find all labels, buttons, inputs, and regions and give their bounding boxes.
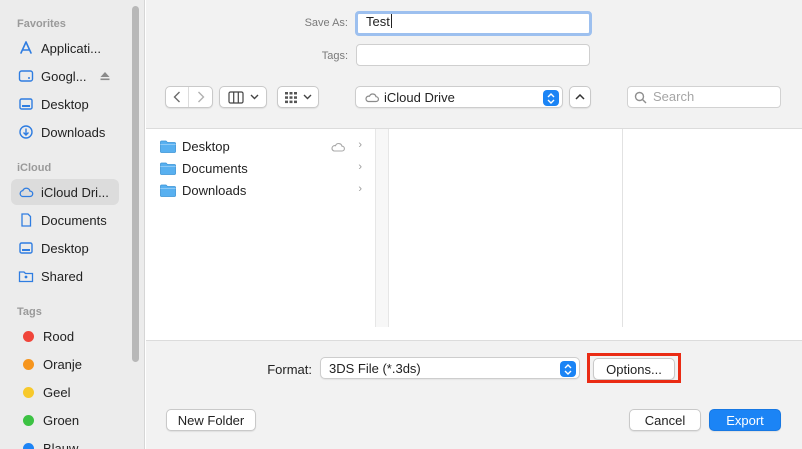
search-field[interactable]: Search bbox=[627, 86, 781, 108]
tag-geel[interactable]: Geel bbox=[11, 379, 119, 405]
tag-label: Geel bbox=[43, 384, 71, 400]
tags-heading: Tags bbox=[17, 306, 42, 318]
popup-stepper-icon bbox=[560, 361, 576, 377]
folder-icon bbox=[160, 184, 176, 197]
tag-label: Blauw bbox=[43, 440, 79, 449]
tag-oranje[interactable]: Oranje bbox=[11, 351, 119, 377]
back-button[interactable] bbox=[166, 87, 189, 107]
favorites-heading: Favorites bbox=[17, 18, 66, 30]
chevron-up-icon bbox=[575, 94, 585, 100]
sidebar-item-icloud-drive[interactable]: iCloud Dri... bbox=[11, 179, 119, 205]
save-as-value: Test bbox=[366, 14, 390, 29]
tag-rood[interactable]: Rood bbox=[11, 323, 119, 349]
sidebar-item-label: Shared bbox=[41, 268, 83, 284]
cancel-button[interactable]: Cancel bbox=[629, 409, 701, 431]
popup-stepper-icon bbox=[543, 90, 559, 106]
nav-back-forward bbox=[165, 86, 213, 108]
tags-label: Tags: bbox=[321, 50, 348, 62]
chevron-down-icon bbox=[250, 94, 258, 100]
downloads-icon bbox=[18, 124, 34, 140]
sidebar-item-label: Desktop bbox=[41, 240, 89, 256]
chevron-right-icon: › bbox=[358, 183, 362, 195]
sidebar-item-desktop[interactable]: Desktop bbox=[11, 91, 119, 117]
tag-blauw[interactable]: Blauw bbox=[11, 435, 119, 449]
item-name: Downloads bbox=[182, 182, 247, 198]
sidebar-item-downloads[interactable]: Downloads bbox=[11, 119, 119, 145]
view-mode-button[interactable] bbox=[219, 86, 267, 108]
sidebar-item-documents[interactable]: Documents bbox=[11, 207, 119, 233]
tag-label: Oranje bbox=[43, 356, 83, 372]
sidebar-item-applications[interactable]: Applicati... bbox=[11, 35, 119, 61]
sidebar-item-icloud-desktop[interactable]: Desktop bbox=[11, 235, 119, 261]
format-value: 3DS File (*.3ds) bbox=[329, 360, 421, 376]
icloud-status-icon bbox=[330, 140, 346, 155]
save-as-input[interactable]: Test bbox=[355, 11, 592, 36]
column-scrollbar[interactable] bbox=[375, 129, 389, 327]
format-label: Format: bbox=[267, 362, 312, 377]
list-item[interactable]: Desktop › bbox=[160, 136, 362, 156]
search-icon bbox=[634, 91, 647, 103]
list-item[interactable]: Documents › bbox=[160, 158, 362, 178]
tag-groen[interactable]: Groen bbox=[11, 407, 119, 433]
forward-button[interactable] bbox=[189, 87, 212, 107]
save-as-label: Save As: bbox=[304, 17, 348, 29]
location-label: iCloud Drive bbox=[384, 89, 455, 105]
icloud-heading: iCloud bbox=[17, 162, 52, 174]
tag-label: Rood bbox=[43, 328, 75, 344]
sidebar-item-label: Googl... bbox=[41, 68, 87, 84]
text-caret bbox=[390, 14, 392, 28]
chevron-right-icon bbox=[197, 91, 204, 103]
eject-icon[interactable] bbox=[99, 70, 111, 85]
folder-icon bbox=[160, 162, 176, 175]
tags-input[interactable] bbox=[356, 44, 590, 66]
save-panel: Save As: Test Tags: iCloud Drive Search bbox=[146, 0, 802, 449]
sidebar-item-label: iCloud Dri... bbox=[41, 184, 109, 200]
grid-icon bbox=[285, 91, 297, 103]
file-browser: Desktop › Documents › Downloads › bbox=[146, 128, 802, 341]
sidebar-item-label: Documents bbox=[41, 212, 107, 228]
location-popup[interactable]: iCloud Drive bbox=[355, 86, 563, 108]
item-name: Documents bbox=[182, 160, 248, 176]
annotation-highlight-box bbox=[587, 353, 681, 383]
chevron-right-icon: › bbox=[358, 139, 362, 151]
export-button[interactable]: Export bbox=[709, 409, 781, 431]
desktop-icon bbox=[18, 96, 34, 112]
tag-color-dot bbox=[23, 358, 34, 370]
list-item[interactable]: Downloads › bbox=[160, 180, 362, 200]
document-icon bbox=[18, 212, 34, 228]
icloud-icon bbox=[18, 184, 34, 200]
sidebar: Favorites Applicati... Googl... Desktop … bbox=[0, 0, 145, 449]
tag-color-dot bbox=[23, 330, 34, 342]
group-by-button[interactable] bbox=[277, 86, 319, 108]
applications-icon bbox=[18, 40, 34, 56]
tag-color-dot bbox=[23, 414, 34, 426]
search-placeholder: Search bbox=[653, 89, 695, 104]
column-divider[interactable] bbox=[622, 129, 623, 327]
sidebar-item-label: Downloads bbox=[41, 124, 106, 140]
sidebar-item-shared[interactable]: Shared bbox=[11, 263, 119, 289]
icloud-icon bbox=[365, 93, 379, 103]
sidebar-scrollbar[interactable] bbox=[132, 6, 139, 362]
tag-label: Groen bbox=[43, 412, 80, 428]
collapse-button[interactable] bbox=[569, 86, 591, 108]
columns-view-icon bbox=[227, 90, 244, 104]
sidebar-item-label: Applicati... bbox=[41, 40, 101, 56]
chevron-left-icon bbox=[173, 91, 180, 103]
tag-color-dot bbox=[23, 386, 34, 398]
sidebar-item-google-drive[interactable]: Googl... bbox=[11, 63, 119, 89]
folder-icon bbox=[160, 140, 176, 153]
drive-icon bbox=[18, 68, 34, 84]
chevron-down-icon bbox=[303, 94, 312, 100]
desktop-icon bbox=[18, 240, 34, 256]
sidebar-item-label: Desktop bbox=[41, 96, 89, 112]
new-folder-button[interactable]: New Folder bbox=[166, 409, 256, 431]
shared-folder-icon bbox=[18, 268, 34, 284]
tag-color-dot bbox=[23, 442, 34, 449]
chevron-right-icon: › bbox=[358, 161, 362, 173]
item-name: Desktop bbox=[182, 138, 230, 154]
format-popup[interactable]: 3DS File (*.3ds) bbox=[320, 357, 580, 379]
